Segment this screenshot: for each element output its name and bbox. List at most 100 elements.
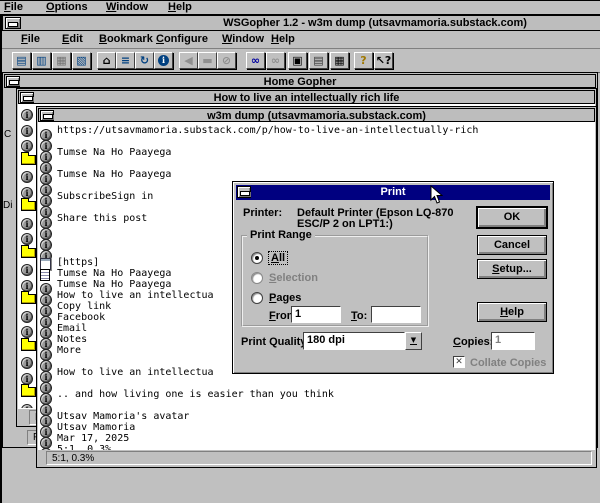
reload-button[interactable]: ↻ [135, 52, 154, 69]
fetch-new-item-button[interactable]: ▥ [32, 52, 51, 69]
from-input[interactable]: 1 [291, 306, 341, 323]
info-icon: i [21, 357, 33, 369]
print-button[interactable]: ▦ [330, 52, 349, 69]
cancel-button[interactable]: Cancel [477, 235, 547, 255]
pm-menu-help[interactable]: Help [166, 1, 194, 13]
bookmark-document-button[interactable]: ▧ [72, 52, 91, 69]
radio-pages[interactable] [251, 292, 263, 304]
copy-button[interactable]: ▤ [309, 52, 328, 69]
item-text: Copy link [57, 301, 112, 312]
gopher-item-row[interactable]: i 5:1, 0.3% [40, 444, 595, 450]
mouse-cursor [430, 185, 443, 204]
item-text: Tumse Na Ho Paayega [57, 268, 172, 279]
find-button[interactable]: ∞ [246, 52, 265, 69]
print-quality-combo[interactable]: 180 dpi [303, 332, 405, 350]
help-button[interactable]: ? [354, 52, 373, 69]
help-button[interactable]: Help [477, 302, 547, 322]
info-button[interactable]: i [154, 52, 173, 69]
gopher-item-row[interactable]: i [40, 158, 595, 174]
copies-label: Copies: [453, 336, 494, 348]
item-text: Notes [57, 334, 88, 345]
gopher-item-row[interactable]: i [40, 400, 595, 416]
gopher-item-row[interactable]: i Tumse Na Ho Paayega [40, 147, 595, 163]
item-text: Mar 17, 2025 [57, 433, 130, 444]
printer-label: Printer: [243, 207, 283, 219]
print-dialog: Print Printer: Default Printer (Epson LQ… [232, 181, 554, 374]
menu-file[interactable]: File [21, 33, 40, 45]
print-icon: ▦ [334, 54, 345, 67]
main-window-titlebar: WSGopher 1.2 - w3m dump (utsavmamoria.su… [2, 15, 600, 31]
item-text: Share this post [57, 213, 148, 224]
gopher-item-row[interactable]: i [40, 378, 595, 394]
w3m-statusbar: 5:1, 0.3% [46, 451, 592, 465]
home-gopher-button[interactable]: ⌂ [97, 52, 116, 69]
back-button[interactable]: ◀ [179, 52, 198, 69]
item-text: https://utsavmamoria.substack.com/p/how-… [57, 125, 479, 136]
retrieve-document-button[interactable]: ▤ [12, 52, 31, 69]
print-range-label: Print Range [247, 229, 315, 241]
item-text: .. and how living one is easier than you… [57, 389, 334, 400]
info-icon: i [21, 233, 33, 245]
copy-icon: ▤ [313, 54, 324, 67]
main-menubar: File Edit Bookmark Configure Window Help [2, 31, 600, 48]
copies-input[interactable]: 1 [491, 332, 535, 350]
to-input[interactable] [371, 306, 421, 323]
item-text: How to live an intellectua [57, 367, 214, 378]
radio-all[interactable] [251, 252, 263, 264]
reload-icon: ↻ [139, 54, 150, 67]
folder-icon [21, 244, 36, 258]
item-text: 5:1, 0.3% [57, 444, 112, 450]
pm-menu-window[interactable]: Window [104, 1, 150, 13]
collate-label: Collate Copies [470, 357, 547, 369]
save-button[interactable]: ▣ [288, 52, 307, 69]
gopher-item-row[interactable]: i [40, 136, 595, 152]
stop-icon: ▬ [202, 54, 213, 67]
find-again-button[interactable]: ∞ [266, 52, 285, 69]
find-again-icon: ∞ [270, 54, 281, 67]
info-icon: i [21, 279, 33, 292]
retrieve-document-icon: ▤ [16, 54, 27, 67]
menu-bookmark[interactable]: Bookmark [99, 33, 153, 45]
gopher-item-row[interactable]: i Tumse Na Ho Paayega [40, 169, 595, 185]
window-edge-line [0, 0, 600, 1]
item-text: Utsav Mamoria's avatar [57, 411, 190, 422]
home-gopher-icon: ⌂ [102, 54, 111, 67]
menu-window[interactable]: Window [222, 33, 264, 45]
menu-help[interactable]: Help [271, 33, 295, 45]
article-title: How to live an intellectually rich life [213, 92, 400, 104]
hidden-item-fragment: Di [3, 200, 13, 211]
dropdown-arrow-icon: ▼ [409, 336, 418, 345]
w3m-title: w3m dump (utsavmamoria.substack.com) [207, 110, 426, 122]
bookmark-list-button[interactable]: ≡ [116, 52, 135, 69]
stop-button[interactable]: ▬ [198, 52, 217, 69]
help-icon: ? [360, 54, 367, 67]
gopher-item-row[interactable]: i https://utsavmamoria.substack.com/p/how… [40, 125, 595, 141]
info-icon: i [21, 217, 33, 230]
gopher-item-row[interactable]: i Utsav Mamoria [40, 422, 595, 438]
save-icon: ▣ [292, 54, 303, 67]
menu-edit[interactable]: Edit [62, 33, 83, 45]
info-icon: i [158, 55, 169, 66]
gopher-item-row[interactable]: i Utsav Mamoria's avatar [40, 411, 595, 427]
menu-configure[interactable]: Configure [156, 33, 208, 45]
info-icon: i [40, 448, 52, 450]
radio-all-label[interactable]: All [267, 251, 289, 265]
pm-menu-options[interactable]: Options [44, 1, 90, 13]
pm-menu-file[interactable]: File [2, 1, 25, 13]
item-text: Tumse Na Ho Paayega [57, 147, 172, 158]
hidden-item-fragment: C [4, 129, 12, 140]
context-help-button[interactable]: ↖? [374, 52, 393, 69]
info-icon: i [21, 109, 33, 121]
print-dialog-titlebar[interactable]: Print [236, 185, 550, 200]
gopher-item-row[interactable]: i Mar 17, 2025 [40, 433, 595, 449]
cancel-all-button[interactable]: ⊘ [217, 52, 236, 69]
item-text: Tumse Na Ho Paayega [57, 169, 172, 180]
desktop: File Options Window Help WSGopher 1.2 - w3m… [0, 0, 600, 503]
cancel-all-icon: ⊘ [221, 54, 232, 67]
combo-dropdown-button[interactable]: ▼ [405, 332, 422, 350]
fetch-copy-button[interactable]: ▦ [52, 52, 71, 69]
setup-button[interactable]: Setup... [477, 259, 547, 279]
gopher-item-row[interactable]: i.. and how living one is easier than yo… [40, 389, 595, 405]
radio-pages-label[interactable]: Pages [269, 292, 301, 304]
ok-button[interactable]: OK [477, 207, 547, 228]
